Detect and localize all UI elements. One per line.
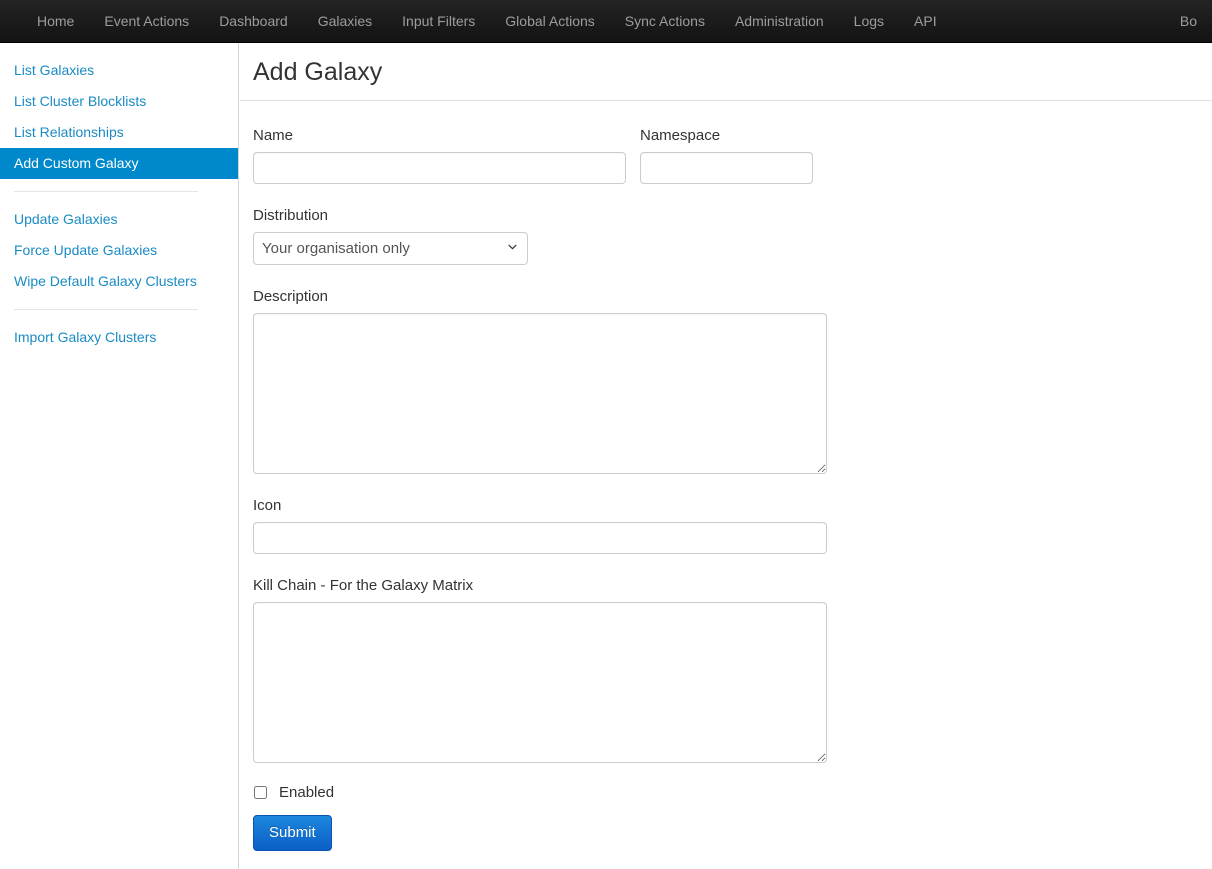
sidebar-item-list-cluster-blocklists[interactable]: List Cluster Blocklists bbox=[0, 86, 238, 117]
name-field-group: Name bbox=[253, 126, 626, 184]
enabled-label[interactable]: Enabled bbox=[279, 783, 334, 802]
sidebar-item-update-galaxies[interactable]: Update Galaxies bbox=[0, 204, 238, 235]
sidebar-item-list-galaxies[interactable]: List Galaxies bbox=[0, 55, 238, 86]
name-namespace-row: Name Namespace bbox=[253, 126, 1212, 184]
description-field-group: Description bbox=[253, 287, 1212, 474]
distribution-label: Distribution bbox=[253, 207, 329, 224]
icon-label: Icon bbox=[253, 497, 282, 514]
sidebar-item-force-update-galaxies[interactable]: Force Update Galaxies bbox=[0, 235, 238, 266]
nav-item-input-filters[interactable]: Input Filters bbox=[387, 0, 490, 42]
main-content: Add Galaxy Name Namespace Distribution Y… bbox=[240, 43, 1212, 869]
icon-input[interactable] bbox=[253, 522, 827, 554]
sidebar-divider-2 bbox=[14, 309, 198, 310]
enabled-checkbox[interactable] bbox=[254, 786, 267, 799]
sidebar-item-add-custom-galaxy[interactable]: Add Custom Galaxy bbox=[0, 148, 238, 179]
nav-item-dashboard[interactable]: Dashboard bbox=[204, 0, 303, 42]
sidebar-item-wipe-default-galaxy-clusters[interactable]: Wipe Default Galaxy Clusters bbox=[0, 266, 238, 297]
nav-item-home[interactable]: Home bbox=[22, 0, 89, 42]
distribution-select-wrapper: Your organisation only bbox=[253, 232, 528, 265]
description-textarea[interactable] bbox=[253, 313, 827, 474]
submit-button[interactable]: Submit bbox=[253, 815, 332, 851]
sidebar-item-import-galaxy-clusters[interactable]: Import Galaxy Clusters bbox=[0, 322, 238, 353]
top-navbar: Home Event Actions Dashboard Galaxies In… bbox=[0, 0, 1212, 43]
name-label: Name bbox=[253, 127, 294, 144]
add-galaxy-form: Name Namespace Distribution Your organis… bbox=[240, 126, 1212, 851]
sidebar: List Galaxies List Cluster Blocklists Li… bbox=[0, 43, 239, 869]
page-title: Add Galaxy bbox=[253, 58, 383, 86]
distribution-field-group: Distribution Your organisation only bbox=[253, 206, 1212, 265]
kill-chain-field-group: Kill Chain - For the Galaxy Matrix bbox=[253, 576, 1212, 763]
name-input[interactable] bbox=[253, 152, 626, 184]
nav-item-administration[interactable]: Administration bbox=[720, 0, 839, 42]
sidebar-divider-1 bbox=[14, 191, 198, 192]
navbar-right-group: Bo bbox=[1143, 0, 1212, 42]
kill-chain-textarea[interactable] bbox=[253, 602, 827, 763]
namespace-input[interactable] bbox=[640, 152, 813, 184]
kill-chain-label: Kill Chain - For the Galaxy Matrix bbox=[253, 577, 474, 594]
nav-item-api[interactable]: API bbox=[899, 0, 952, 42]
icon-field-group: Icon bbox=[253, 496, 1212, 554]
distribution-select[interactable]: Your organisation only bbox=[253, 232, 528, 265]
nav-item-global-actions[interactable]: Global Actions bbox=[490, 0, 610, 42]
nav-item-sync-actions[interactable]: Sync Actions bbox=[610, 0, 720, 42]
enabled-checkbox-row: Enabled bbox=[253, 783, 1212, 802]
namespace-label: Namespace bbox=[640, 127, 721, 144]
description-label: Description bbox=[253, 288, 329, 305]
nav-item-bookmarks[interactable]: Bo bbox=[1165, 0, 1212, 42]
sidebar-item-list-relationships[interactable]: List Relationships bbox=[0, 117, 238, 148]
nav-item-event-actions[interactable]: Event Actions bbox=[89, 0, 204, 42]
nav-item-galaxies[interactable]: Galaxies bbox=[303, 0, 387, 42]
title-divider bbox=[240, 100, 1212, 101]
namespace-field-group: Namespace bbox=[640, 126, 813, 184]
nav-item-logs[interactable]: Logs bbox=[839, 0, 899, 42]
